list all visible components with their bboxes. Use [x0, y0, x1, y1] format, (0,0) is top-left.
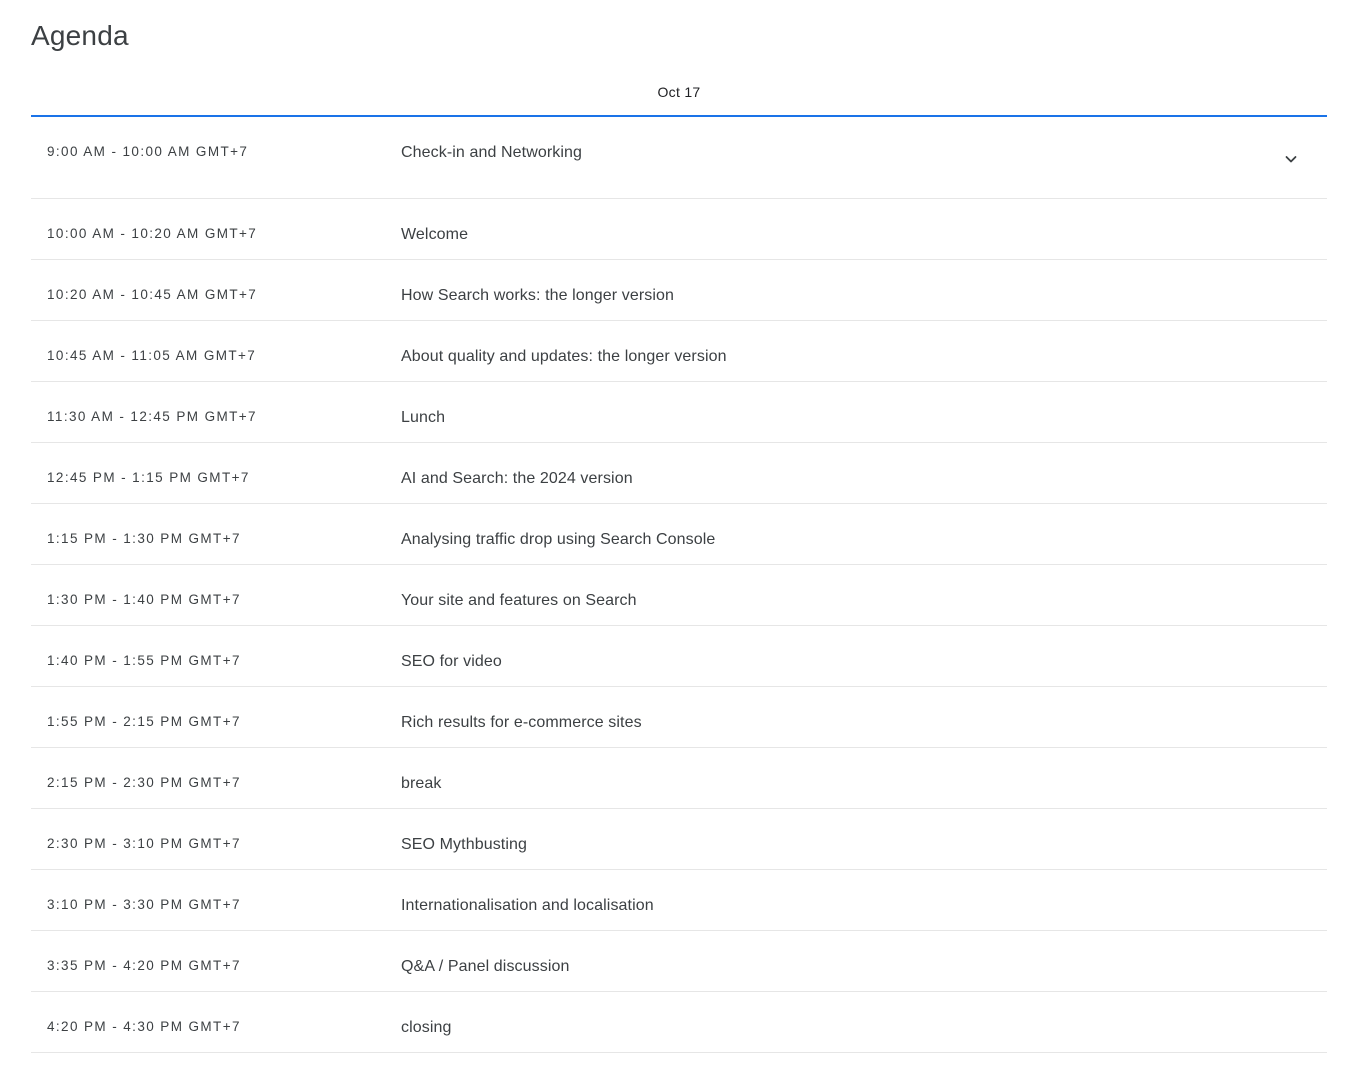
agenda-row: 2:15 PM - 2:30 PM GMT+7 break [31, 748, 1327, 809]
session-time: 1:40 PM - 1:55 PM GMT+7 [47, 653, 241, 668]
agenda-row: 4:20 PM - 4:30 PM GMT+7 closing [31, 992, 1327, 1053]
agenda-list: 9:00 AM - 10:00 AM GMT+7 Check-in and Ne… [31, 117, 1327, 1053]
session-title: Internationalisation and localisation [401, 897, 654, 914]
session-title: Analysing traffic drop using Search Cons… [401, 531, 716, 548]
session-time: 10:00 AM - 10:20 AM GMT+7 [47, 226, 258, 241]
session-time: 3:10 PM - 3:30 PM GMT+7 [47, 897, 241, 912]
agenda-row: 10:45 AM - 11:05 AM GMT+7 About quality … [31, 321, 1327, 382]
agenda-row: 3:10 PM - 3:30 PM GMT+7 Internationalisa… [31, 870, 1327, 931]
tab-oct-17[interactable]: Oct 17 [31, 84, 1327, 100]
session-time: 10:45 AM - 11:05 AM GMT+7 [47, 348, 257, 363]
day-tabs: Oct 17 [31, 76, 1327, 117]
session-title: How Search works: the longer version [401, 287, 675, 304]
session-time: 3:35 PM - 4:20 PM GMT+7 [47, 958, 241, 973]
session-time: 9:00 AM - 10:00 AM GMT+7 [47, 144, 249, 159]
agenda-row: 11:30 AM - 12:45 PM GMT+7 Lunch [31, 382, 1327, 443]
session-title: closing [401, 1019, 452, 1036]
session-time: 12:45 PM - 1:15 PM GMT+7 [47, 470, 250, 485]
session-title: Your site and features on Search [401, 592, 637, 609]
chevron-down-icon[interactable] [1283, 151, 1299, 167]
session-title: Q&A / Panel discussion [401, 958, 570, 975]
agenda-row: 12:45 PM - 1:15 PM GMT+7 AI and Search: … [31, 443, 1327, 504]
agenda-row: 1:15 PM - 1:30 PM GMT+7 Analysing traffi… [31, 504, 1327, 565]
session-time: 11:30 AM - 12:45 PM GMT+7 [47, 409, 257, 424]
agenda-row: 10:20 AM - 10:45 AM GMT+7 How Search wor… [31, 260, 1327, 321]
agenda-row: 10:00 AM - 10:20 AM GMT+7 Welcome [31, 199, 1327, 260]
session-title: SEO for video [401, 653, 502, 670]
page-title: Agenda [31, 20, 129, 51]
agenda-row-check-in[interactable]: 9:00 AM - 10:00 AM GMT+7 Check-in and Ne… [31, 117, 1327, 199]
session-time: 2:15 PM - 2:30 PM GMT+7 [47, 775, 241, 790]
session-time: 10:20 AM - 10:45 AM GMT+7 [47, 287, 258, 302]
agenda-row: 1:40 PM - 1:55 PM GMT+7 SEO for video [31, 626, 1327, 687]
session-time: 4:20 PM - 4:30 PM GMT+7 [47, 1019, 241, 1034]
session-title: About quality and updates: the longer ve… [401, 348, 727, 365]
session-title: Welcome [401, 226, 469, 243]
session-title: SEO Mythbusting [401, 836, 527, 853]
session-time: 1:15 PM - 1:30 PM GMT+7 [47, 531, 241, 546]
agenda-row: 1:55 PM - 2:15 PM GMT+7 Rich results for… [31, 687, 1327, 748]
agenda-row: 2:30 PM - 3:10 PM GMT+7 SEO Mythbusting [31, 809, 1327, 870]
session-title: Check-in and Networking [401, 144, 583, 161]
session-time: 1:30 PM - 1:40 PM GMT+7 [47, 592, 241, 607]
agenda-row: 3:35 PM - 4:20 PM GMT+7 Q&A / Panel disc… [31, 931, 1327, 992]
agenda-row: 1:30 PM - 1:40 PM GMT+7 Your site and fe… [31, 565, 1327, 626]
session-title: Lunch [401, 409, 446, 426]
session-time: 1:55 PM - 2:15 PM GMT+7 [47, 714, 241, 729]
session-title: AI and Search: the 2024 version [401, 470, 633, 487]
session-time: 2:30 PM - 3:10 PM GMT+7 [47, 836, 241, 851]
session-title: break [401, 775, 442, 792]
session-title: Rich results for e-commerce sites [401, 714, 642, 731]
